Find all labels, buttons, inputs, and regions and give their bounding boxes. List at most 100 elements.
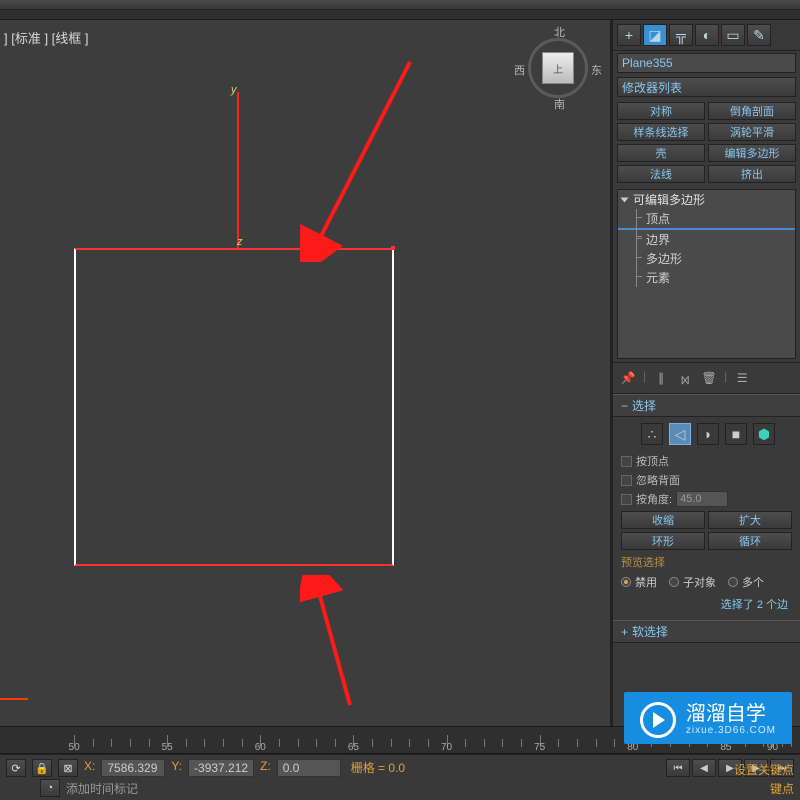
collapse-icon[interactable]: − [621, 399, 628, 413]
display-tab-icon[interactable]: ▭ [721, 24, 745, 46]
play-logo-icon [640, 702, 676, 738]
axis-y-label: y [231, 84, 237, 96]
axis-y-line [237, 92, 239, 248]
rollout-selection[interactable]: −选择 [613, 394, 800, 417]
loop-button[interactable]: 循环 [708, 532, 792, 550]
hierarchy-tab-icon[interactable]: ╦ [669, 24, 693, 46]
y-field[interactable]: -3937.212 [188, 759, 254, 777]
shrink-button[interactable]: 收缩 [621, 511, 705, 529]
selection-info: 选择了 2 个边 [621, 594, 792, 614]
watermark-badge: 溜溜自学 zixue.3D66.COM [624, 692, 792, 744]
rollout-soft-select[interactable]: +软选择 [613, 620, 800, 643]
selected-plane[interactable] [74, 248, 394, 566]
polygon-mode-icon[interactable]: ■ [725, 423, 747, 445]
radio-subobj[interactable] [669, 577, 679, 587]
selection-rollout-body: ∴ ◁ ◗ ■ ⬢ 按顶点 忽略背面 按角度: 45.0 收缩 扩大 环形 循环… [613, 417, 800, 620]
key-pt-label: 键点 [770, 780, 794, 797]
by-vertex-check[interactable]: 按顶点 [621, 453, 792, 469]
unique-icon[interactable]: ᢂ [676, 369, 694, 387]
main-area: ] [标准 ] [线框 ] 上 北 南 西 东 y z + ◪ ╦ ◐ [0, 20, 800, 760]
radio-multi[interactable] [728, 577, 738, 587]
selection-lock-icon[interactable]: ⟳ [6, 759, 26, 777]
angle-field[interactable]: 45.0 [676, 491, 728, 507]
x-field[interactable]: 7586.329 [101, 759, 165, 777]
modify-tab-icon[interactable]: ◪ [643, 24, 667, 46]
normal-button[interactable]: 法线 [617, 165, 705, 183]
stack-vertex[interactable]: 顶点 [618, 209, 795, 228]
checkbox-icon[interactable] [621, 456, 632, 467]
modifier-list-dropdown[interactable]: 修改器列表 [617, 77, 796, 97]
stack-polygon[interactable]: 多边形 [618, 249, 795, 268]
app-top-bar [0, 0, 800, 10]
border-mode-icon[interactable]: ◗ [697, 423, 719, 445]
command-panel: + ◪ ╦ ◐ ▭ ✎ Plane355 修改器列表 对称 倒角剖面 样条线选择… [612, 20, 800, 760]
preview-radios: 禁用 子对象 多个 [621, 574, 792, 590]
status-bar: ⟳ 🔒 ⊠ X: 7586.329 Y: -3937.212 Z: 0.0 栅格… [0, 754, 800, 800]
chamfer-button[interactable]: 倒角剖面 [708, 102, 796, 120]
add-time-tag-label[interactable]: 添加时间标记 [66, 780, 138, 797]
stack-border[interactable]: 边界 [618, 230, 795, 249]
annotation-arrow-2 [300, 575, 370, 715]
axis-z-label: z [237, 236, 243, 248]
viewport[interactable]: ] [标准 ] [线框 ] 上 北 南 西 东 y z [0, 20, 612, 760]
viewport-label[interactable]: ] [标准 ] [线框 ] [4, 28, 89, 47]
goto-start-icon[interactable]: ⏮ [666, 759, 690, 777]
modifier-stack[interactable]: 可编辑多边形 顶点 边界 多边形 元素 [617, 189, 796, 359]
time-tag-icon[interactable]: ◔ [40, 779, 60, 797]
origin-mark [0, 698, 28, 700]
z-label: Z: [260, 759, 271, 773]
utilities-tab-icon[interactable]: ✎ [747, 24, 771, 46]
delete-icon[interactable]: 🗑 [700, 369, 718, 387]
show-end-result-icon[interactable]: ∥ [652, 369, 670, 387]
object-name-field[interactable]: Plane355 [617, 53, 796, 73]
preview-selection-label: 预览选择 [621, 554, 792, 570]
set-key-label[interactable]: 设置关键点 [734, 763, 794, 777]
pin-icon[interactable]: 📌 [619, 369, 637, 387]
x-label: X: [84, 759, 95, 773]
stack-tools: 📌 | ∥ ᢂ 🗑 | ☰ [613, 362, 800, 394]
element-mode-icon[interactable]: ⬢ [753, 423, 775, 445]
axis-tick [391, 246, 395, 250]
grow-button[interactable]: 扩大 [708, 511, 792, 529]
checkbox-icon[interactable] [621, 475, 632, 486]
configure-icon[interactable]: ☰ [733, 369, 751, 387]
motion-tab-icon[interactable]: ◐ [695, 24, 719, 46]
edit-poly-button[interactable]: 编辑多边形 [708, 144, 796, 162]
y-label: Y: [171, 759, 182, 773]
stack-element[interactable]: 元素 [618, 268, 795, 287]
create-tab-icon[interactable]: + [617, 24, 641, 46]
extrude-button[interactable]: 挤出 [708, 165, 796, 183]
view-cube-north[interactable]: 北 [554, 24, 565, 40]
ring-button[interactable]: 环形 [621, 532, 705, 550]
modifier-shortcut-grid: 对称 倒角剖面 样条线选择 涡轮平滑 壳 编辑多边形 法线 挤出 [613, 99, 800, 186]
vertex-mode-icon[interactable]: ∴ [641, 423, 663, 445]
symmetry-button[interactable]: 对称 [617, 102, 705, 120]
tab-header [0, 10, 800, 20]
shell-button[interactable]: 壳 [617, 144, 705, 162]
isolate-icon[interactable]: ⊠ [58, 759, 78, 777]
watermark-sub: zixue.3D66.COM [686, 726, 776, 736]
stack-root[interactable]: 可编辑多边形 [618, 190, 795, 209]
view-cube-face[interactable]: 上 [542, 52, 574, 84]
view-cube-south[interactable]: 南 [554, 96, 565, 112]
expand-icon[interactable]: + [621, 625, 628, 639]
view-cube[interactable]: 上 北 南 西 东 [528, 38, 588, 98]
view-cube-east[interactable]: 东 [591, 62, 602, 78]
annotation-arrow-1 [300, 52, 420, 262]
lock-icon[interactable]: 🔒 [32, 759, 52, 777]
spline-select-button[interactable]: 样条线选择 [617, 123, 705, 141]
z-field[interactable]: 0.0 [277, 759, 341, 777]
by-angle-check[interactable]: 按角度: 45.0 [621, 491, 792, 507]
checkbox-icon[interactable] [621, 494, 632, 505]
panel-tabs: + ◪ ╦ ◐ ▭ ✎ [613, 20, 800, 51]
turbosmooth-button[interactable]: 涡轮平滑 [708, 123, 796, 141]
grid-label: 栅格 = 0.0 [347, 759, 409, 776]
prev-frame-icon[interactable]: ◀ [692, 759, 716, 777]
edge-mode-icon[interactable]: ◁ [669, 423, 691, 445]
watermark-title: 溜溜自学 [686, 704, 776, 724]
subobject-icons: ∴ ◁ ◗ ■ ⬢ [621, 423, 792, 445]
view-cube-west[interactable]: 西 [514, 62, 525, 78]
expand-icon[interactable] [621, 197, 629, 202]
radio-disable[interactable] [621, 577, 631, 587]
ignore-backface-check[interactable]: 忽略背面 [621, 472, 792, 488]
